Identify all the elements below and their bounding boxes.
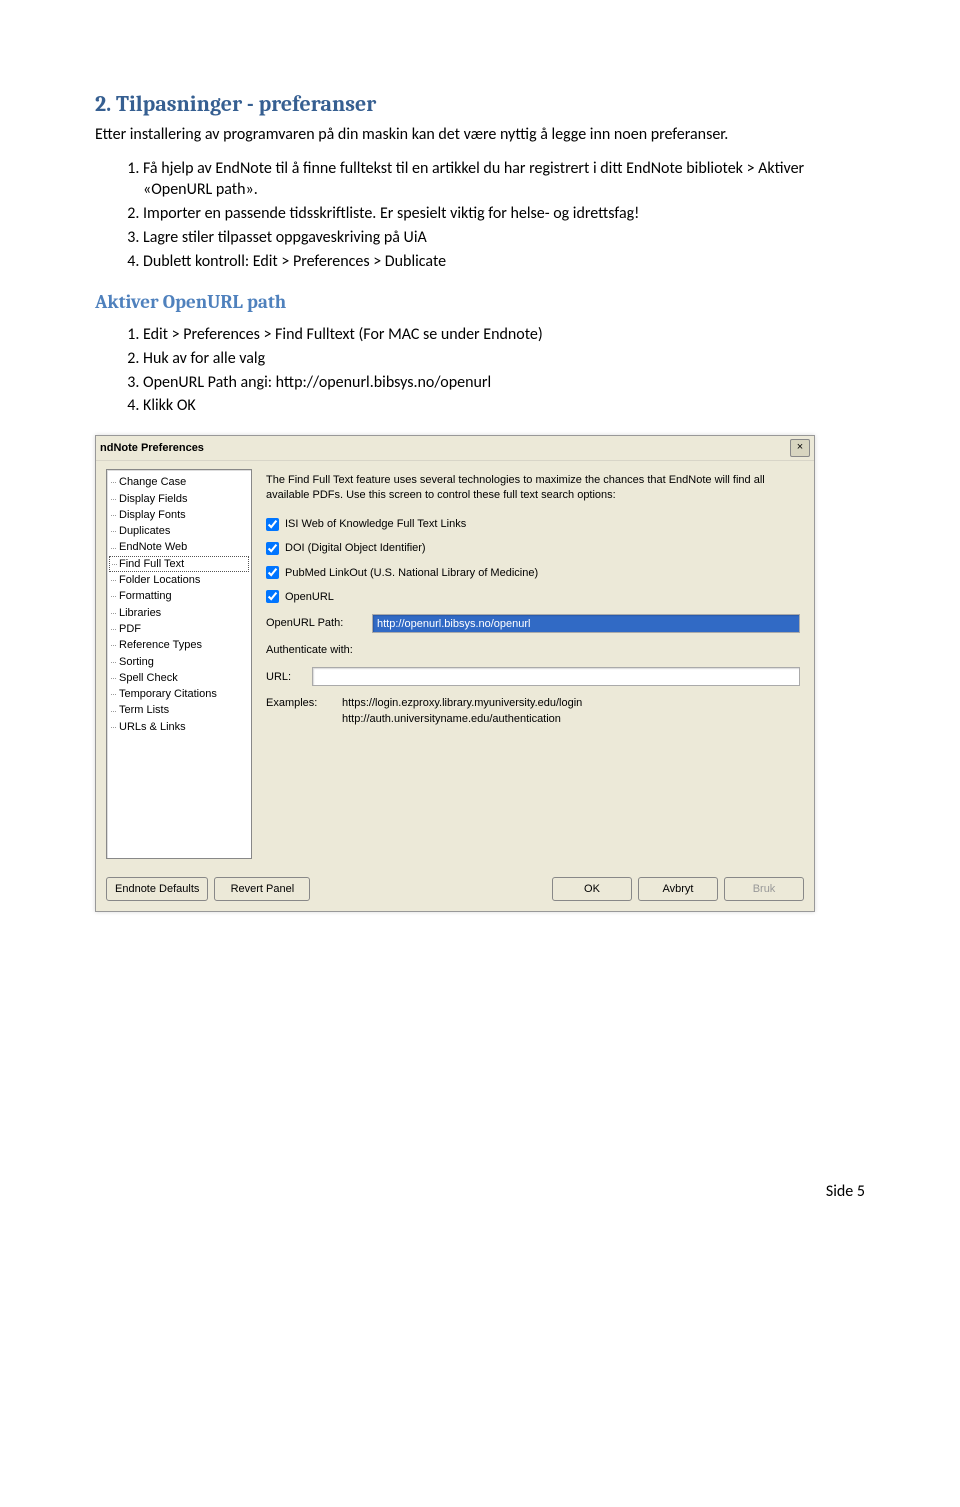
- checkbox-isi-label: ISI Web of Knowledge Full Text Links: [285, 517, 466, 531]
- tree-item-term-lists[interactable]: Term Lists: [109, 702, 249, 718]
- preferences-dialog-screenshot: ndNote Preferences × Change Case Display…: [95, 435, 865, 912]
- openurl-path-input[interactable]: [372, 614, 800, 633]
- tree-item-sorting[interactable]: Sorting: [109, 654, 249, 670]
- list-item: Huk av for alle valg: [143, 349, 865, 370]
- dialog-footer: Endnote Defaults Revert Panel OK Avbryt …: [96, 869, 814, 911]
- tree-item-endnote-web[interactable]: EndNote Web: [109, 539, 249, 555]
- tree-item-display-fonts[interactable]: Display Fonts: [109, 507, 249, 523]
- preferences-dialog: ndNote Preferences × Change Case Display…: [95, 435, 815, 912]
- list-item: Få hjelp av EndNote til å finne fullteks…: [143, 159, 865, 201]
- checkbox-openurl-input[interactable]: [266, 590, 279, 603]
- cancel-button[interactable]: Avbryt: [638, 877, 718, 901]
- subheading: Aktiver OpenURL path: [95, 290, 865, 315]
- checkbox-isi-input[interactable]: [266, 518, 279, 531]
- url-label: URL:: [266, 670, 306, 684]
- close-icon[interactable]: ×: [790, 439, 810, 457]
- tree-item-spell-check[interactable]: Spell Check: [109, 670, 249, 686]
- dialog-title: ndNote Preferences: [100, 441, 204, 455]
- page-number: Side 5: [95, 1182, 865, 1203]
- examples-text: https://login.ezproxy.library.myuniversi…: [342, 696, 582, 727]
- checkbox-pubmed-input[interactable]: [266, 566, 279, 579]
- apply-button[interactable]: Bruk: [724, 877, 804, 901]
- find-full-text-panel: The Find Full Text feature uses several …: [262, 469, 804, 859]
- url-input[interactable]: [312, 667, 800, 686]
- tree-item-duplicates[interactable]: Duplicates: [109, 523, 249, 539]
- list-item: Dublett kontroll: Edit > Preferences > D…: [143, 252, 865, 273]
- intro-text: Etter installering av programvaren på di…: [95, 125, 865, 146]
- tree-item-change-case[interactable]: Change Case: [109, 474, 249, 490]
- tree-item-libraries[interactable]: Libraries: [109, 605, 249, 621]
- checkbox-doi[interactable]: DOI (Digital Object Identifier): [266, 541, 800, 555]
- checkbox-openurl-label: OpenURL: [285, 590, 334, 604]
- tree-item-temporary-citations[interactable]: Temporary Citations: [109, 686, 249, 702]
- authenticate-label: Authenticate with:: [266, 643, 800, 657]
- list-item: OpenURL Path angi: http://openurl.bibsys…: [143, 373, 865, 394]
- checkbox-doi-label: DOI (Digital Object Identifier): [285, 541, 426, 555]
- tree-item-find-full-text[interactable]: Find Full Text: [109, 556, 249, 572]
- ok-button[interactable]: OK: [552, 877, 632, 901]
- tree-item-display-fields[interactable]: Display Fields: [109, 491, 249, 507]
- tree-item-urls-links[interactable]: URLs & Links: [109, 719, 249, 735]
- revert-panel-button[interactable]: Revert Panel: [214, 877, 310, 901]
- tree-item-folder-locations[interactable]: Folder Locations: [109, 572, 249, 588]
- list-item: Edit > Preferences > Find Fulltext (For …: [143, 325, 865, 346]
- panel-description: The Find Full Text feature uses several …: [266, 473, 800, 503]
- checkbox-isi[interactable]: ISI Web of Knowledge Full Text Links: [266, 517, 800, 531]
- preferences-list: Få hjelp av EndNote til å finne fullteks…: [95, 159, 865, 272]
- openurl-path-label: OpenURL Path:: [266, 616, 366, 630]
- list-item: Lagre stiler tilpasset oppgaveskriving p…: [143, 228, 865, 249]
- tree-item-reference-types[interactable]: Reference Types: [109, 637, 249, 653]
- endnote-defaults-button[interactable]: Endnote Defaults: [106, 877, 208, 901]
- checkbox-pubmed-label: PubMed LinkOut (U.S. National Library of…: [285, 566, 538, 580]
- tree-item-formatting[interactable]: Formatting: [109, 588, 249, 604]
- preferences-tree[interactable]: Change Case Display Fields Display Fonts…: [106, 469, 252, 859]
- section-title: 2. Tilpasninger - preferanser: [95, 90, 865, 119]
- checkbox-openurl[interactable]: OpenURL: [266, 590, 800, 604]
- examples-label: Examples:: [266, 696, 336, 727]
- checkbox-pubmed[interactable]: PubMed LinkOut (U.S. National Library of…: [266, 566, 800, 580]
- tree-item-pdf[interactable]: PDF: [109, 621, 249, 637]
- dialog-titlebar: ndNote Preferences ×: [96, 436, 814, 461]
- openurl-steps-list: Edit > Preferences > Find Fulltext (For …: [95, 325, 865, 417]
- list-item: Importer en passende tidsskriftliste. Er…: [143, 204, 865, 225]
- list-item: Klikk OK: [143, 396, 865, 417]
- checkbox-doi-input[interactable]: [266, 542, 279, 555]
